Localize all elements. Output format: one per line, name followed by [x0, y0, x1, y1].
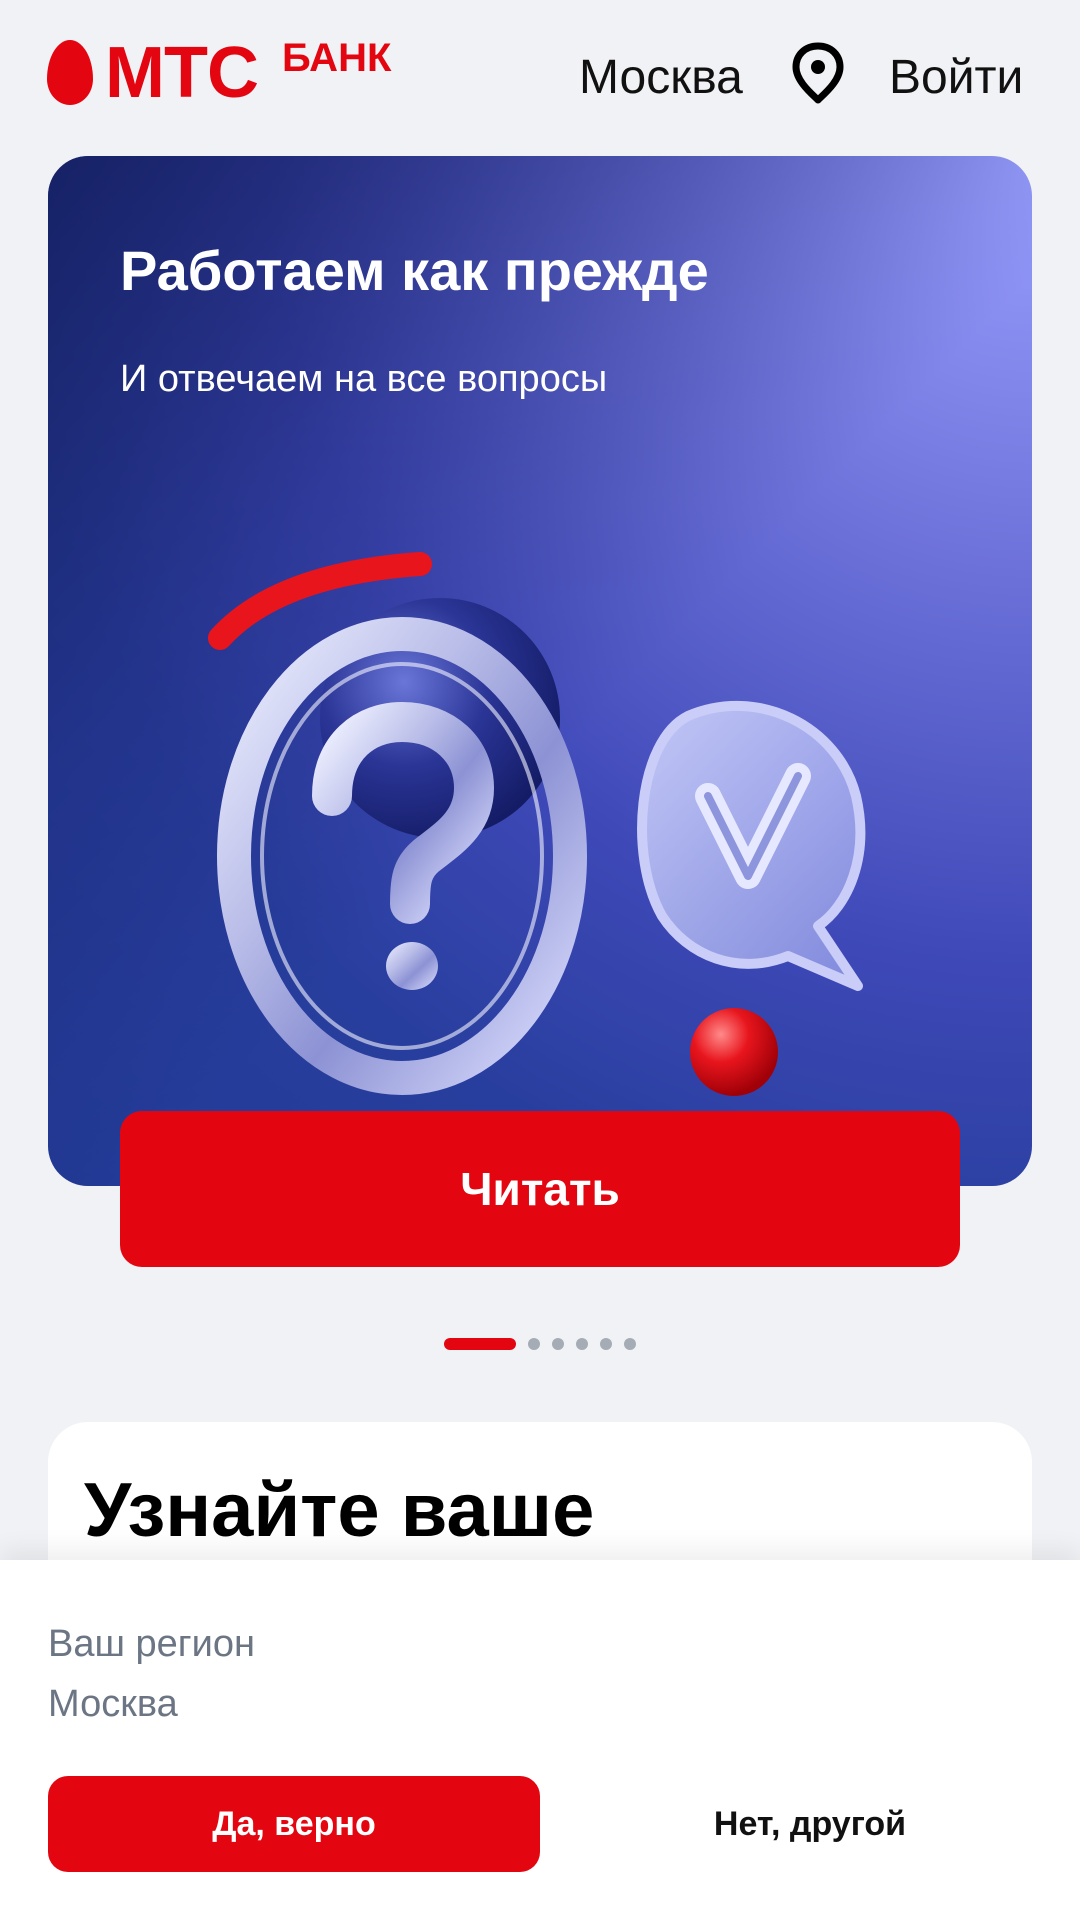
mts-bank-logo[interactable]: МТС БАНК [47, 33, 392, 113]
login-link[interactable]: Войти [889, 50, 1023, 106]
carousel-dot[interactable] [576, 1338, 588, 1350]
logo-bank-text: БАНК [281, 36, 392, 80]
region-label: Ваш регион [48, 1623, 255, 1665]
region-value: Москва [48, 1683, 178, 1725]
carousel-pagination [444, 1338, 648, 1350]
header: МТС БАНК Москва Войти [0, 0, 1080, 150]
change-region-button[interactable]: Нет, другой [564, 1776, 1056, 1872]
city-selector[interactable]: Москва [579, 50, 743, 106]
confirm-region-button[interactable]: Да, верно [48, 1776, 540, 1872]
mts-egg-logo-icon [47, 40, 93, 105]
location-pin-icon[interactable] [790, 42, 846, 104]
read-button[interactable]: Читать [120, 1111, 960, 1267]
carousel-dot[interactable] [552, 1338, 564, 1350]
carousel-dot[interactable] [528, 1338, 540, 1350]
card-title: Узнайте ваше [84, 1468, 595, 1553]
banner-illustration [208, 552, 866, 1096]
red-ball-shape [690, 1008, 778, 1096]
logo-mts-text: МТС [105, 33, 259, 113]
carousel-dot[interactable] [624, 1338, 636, 1350]
checkmark-chat-icon [637, 701, 866, 991]
promo-banner[interactable]: Работаем как прежде И отвечаем на все во… [48, 156, 1032, 1186]
carousel-dot[interactable] [600, 1338, 612, 1350]
region-bottom-sheet: Ваш регион Москва Да, верно Нет, другой [0, 1560, 1080, 1920]
carousel-dot-active[interactable] [444, 1338, 516, 1350]
page: МТС БАНК Москва Войти Работаем как прежд… [0, 0, 1080, 1920]
